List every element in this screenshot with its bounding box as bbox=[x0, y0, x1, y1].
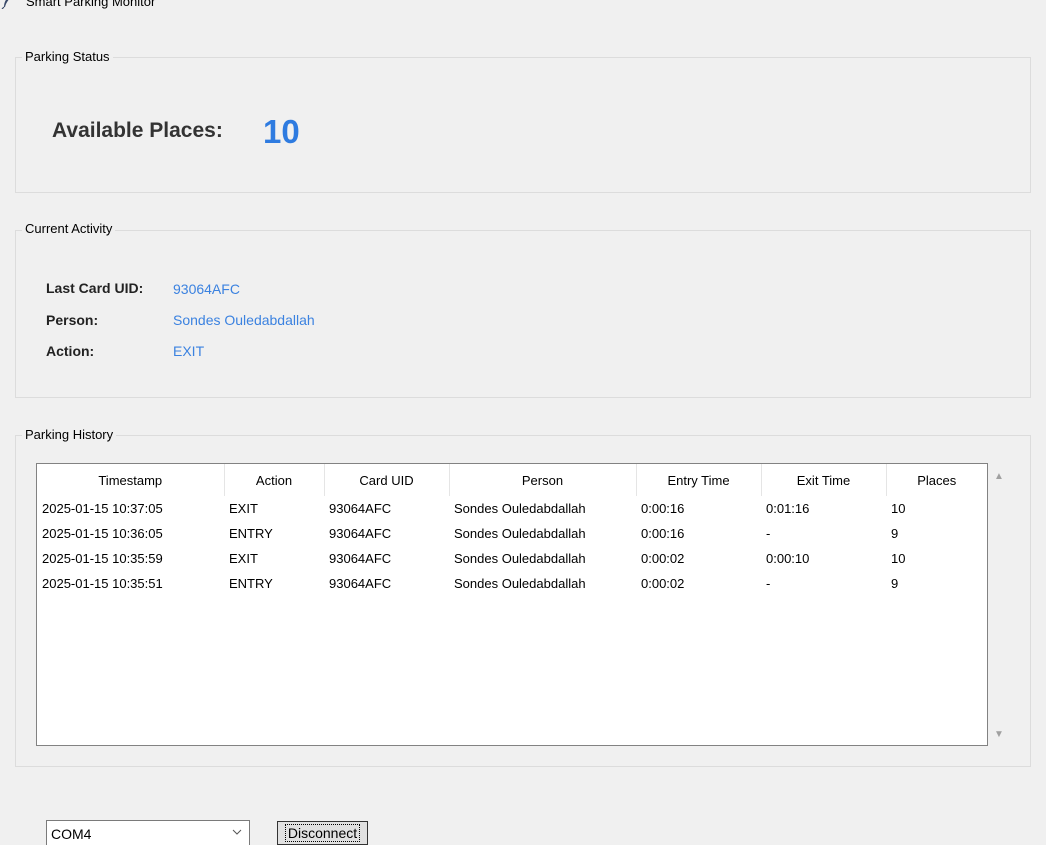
cell-timestamp: 2025-01-15 10:37:05 bbox=[42, 501, 163, 516]
com-port-select[interactable]: COM4 bbox=[46, 820, 250, 845]
cell-action: EXIT bbox=[229, 501, 258, 516]
action-label: Action: bbox=[46, 343, 95, 359]
current-activity-group bbox=[15, 230, 1031, 398]
available-places-label: Available Places: bbox=[52, 119, 223, 142]
cell-person: Sondes Ouledabdallah bbox=[454, 576, 586, 591]
column-header-exit-time[interactable]: Exit Time bbox=[761, 464, 887, 496]
person-label: Person: bbox=[46, 312, 99, 328]
table-row[interactable]: 2025-01-15 10:36:05 ENTRY 93064AFC Sonde… bbox=[37, 521, 987, 546]
last-card-uid-value: 93064AFC bbox=[173, 281, 240, 297]
column-header-entry-time[interactable]: Entry Time bbox=[636, 464, 762, 496]
cell-exit-time: - bbox=[766, 576, 771, 591]
column-header-timestamp[interactable]: Timestamp bbox=[37, 464, 225, 496]
cell-places: 9 bbox=[891, 526, 899, 541]
action-value: EXIT bbox=[173, 343, 205, 359]
column-header-person[interactable]: Person bbox=[449, 464, 637, 496]
cell-person: Sondes Ouledabdallah bbox=[454, 551, 586, 566]
cell-action: ENTRY bbox=[229, 526, 273, 541]
title-bar: Smart Parking Monitor bbox=[0, 0, 1046, 22]
table-row[interactable]: 2025-01-15 10:35:59 EXIT 93064AFC Sondes… bbox=[37, 546, 987, 571]
cell-entry-time: 0:00:16 bbox=[641, 526, 685, 541]
table-row[interactable]: 2025-01-15 10:37:05 EXIT 93064AFC Sondes… bbox=[37, 496, 987, 521]
window-title: Smart Parking Monitor bbox=[26, 0, 156, 9]
current-activity-legend: Current Activity bbox=[22, 221, 116, 236]
person-value: Sondes Ouledabdallah bbox=[173, 312, 315, 328]
cell-person: Sondes Ouledabdallah bbox=[454, 526, 586, 541]
cell-places: 10 bbox=[891, 551, 906, 566]
table-row[interactable]: 2025-01-15 10:35:51 ENTRY 93064AFC Sonde… bbox=[37, 571, 987, 596]
feather-icon bbox=[1, 0, 9, 9]
column-header-action[interactable]: Action bbox=[224, 464, 325, 496]
cell-card-uid: 93064AFC bbox=[329, 526, 392, 541]
cell-timestamp: 2025-01-15 10:36:05 bbox=[42, 526, 163, 541]
chevron-down-icon bbox=[232, 829, 242, 835]
column-header-card-uid[interactable]: Card UID bbox=[324, 464, 450, 496]
column-header-places[interactable]: Places bbox=[886, 464, 987, 496]
com-port-value: COM4 bbox=[51, 826, 92, 842]
cell-places: 10 bbox=[891, 501, 906, 516]
available-places-value: 10 bbox=[263, 113, 300, 150]
cell-action: EXIT bbox=[229, 551, 258, 566]
cell-entry-time: 0:00:02 bbox=[641, 576, 685, 591]
last-card-uid-label: Last Card UID: bbox=[46, 280, 144, 296]
cell-card-uid: 93064AFC bbox=[329, 501, 392, 516]
cell-timestamp: 2025-01-15 10:35:51 bbox=[42, 576, 163, 591]
scroll-down-arrow-icon[interactable]: ▼ bbox=[994, 730, 1004, 740]
cell-exit-time: 0:01:16 bbox=[766, 501, 810, 516]
disconnect-button[interactable]: Disconnect bbox=[277, 821, 368, 845]
history-table: Timestamp Action Card UID Person Entry T… bbox=[37, 464, 987, 596]
history-header-row: Timestamp Action Card UID Person Entry T… bbox=[37, 464, 987, 496]
cell-exit-time: - bbox=[766, 526, 771, 541]
cell-card-uid: 93064AFC bbox=[329, 576, 392, 591]
history-table-view[interactable]: Timestamp Action Card UID Person Entry T… bbox=[36, 463, 988, 746]
scroll-up-arrow-icon[interactable]: ▲ bbox=[994, 472, 1004, 482]
parking-status-legend: Parking Status bbox=[22, 49, 113, 64]
parking-history-legend: Parking History bbox=[22, 427, 117, 442]
cell-entry-time: 0:00:16 bbox=[641, 501, 685, 516]
cell-card-uid: 93064AFC bbox=[329, 551, 392, 566]
cell-places: 9 bbox=[891, 576, 899, 591]
cell-person: Sondes Ouledabdallah bbox=[454, 501, 586, 516]
cell-exit-time: 0:00:10 bbox=[766, 551, 810, 566]
cell-action: ENTRY bbox=[229, 576, 273, 591]
cell-entry-time: 0:00:02 bbox=[641, 551, 685, 566]
disconnect-button-label: Disconnect bbox=[284, 824, 361, 842]
cell-timestamp: 2025-01-15 10:35:59 bbox=[42, 551, 163, 566]
